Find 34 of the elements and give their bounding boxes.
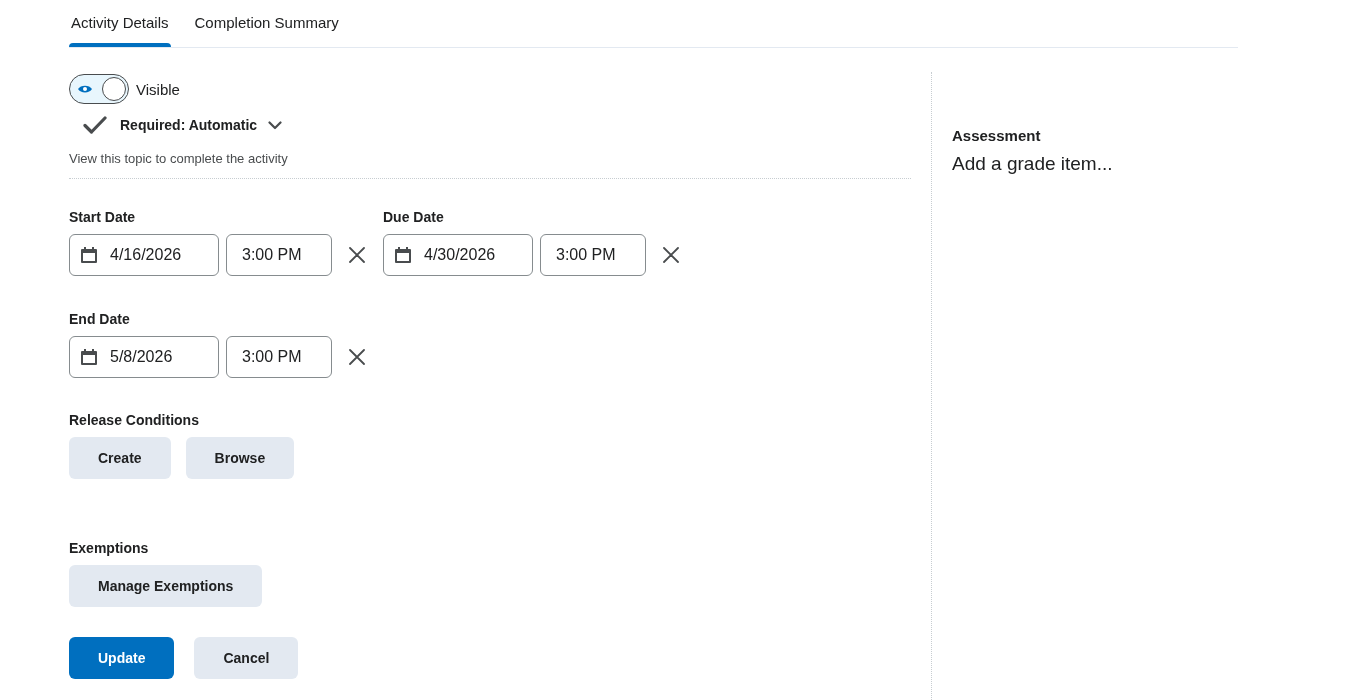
close-icon[interactable] [663,247,679,263]
primary-button[interactable]: Update [69,637,175,679]
time-field[interactable]: 3:00 PM [226,336,332,378]
section-label: Exemptions [69,540,149,556]
switch-knob [102,77,126,101]
eye-icon [78,84,92,94]
date-label: Start Date [69,208,137,226]
date-field[interactable]: 5/8/2026 [69,336,219,378]
date-label: End Date [69,310,131,328]
tab[interactable]: Completion Summary [192,0,341,47]
secondary-button[interactable]: Cancel [194,637,299,679]
add-grade-item-link[interactable]: Add a grade item... [952,153,1113,175]
completion-description: View this topic to complete the activity [69,151,288,166]
close-icon[interactable] [349,247,365,263]
secondary-button[interactable]: Create [69,437,171,479]
chevron-down-icon [268,120,283,130]
time-field[interactable]: 3:00 PM [226,234,332,276]
section-label: Release Conditions [69,412,199,428]
visibility-label: Visible [136,80,180,98]
secondary-button[interactable]: Manage Exemptions [69,565,263,607]
visibility-switch[interactable] [69,74,129,104]
check-icon [83,116,107,134]
date-label: Due Date [383,208,445,226]
date-field[interactable]: 4/16/2026 [69,234,219,276]
calendar-icon [81,247,97,263]
calendar-icon [395,247,411,263]
calendar-icon [81,349,97,365]
assessment-label: Assessment [952,127,1042,145]
secondary-button[interactable]: Browse [185,437,295,479]
time-field[interactable]: 3:00 PM [540,234,646,276]
date-field[interactable]: 4/30/2026 [383,234,533,276]
tab[interactable]: Activity Details [69,0,171,47]
close-icon[interactable] [349,349,365,365]
completion-dropdown[interactable]: Required: Automatic [120,117,283,133]
